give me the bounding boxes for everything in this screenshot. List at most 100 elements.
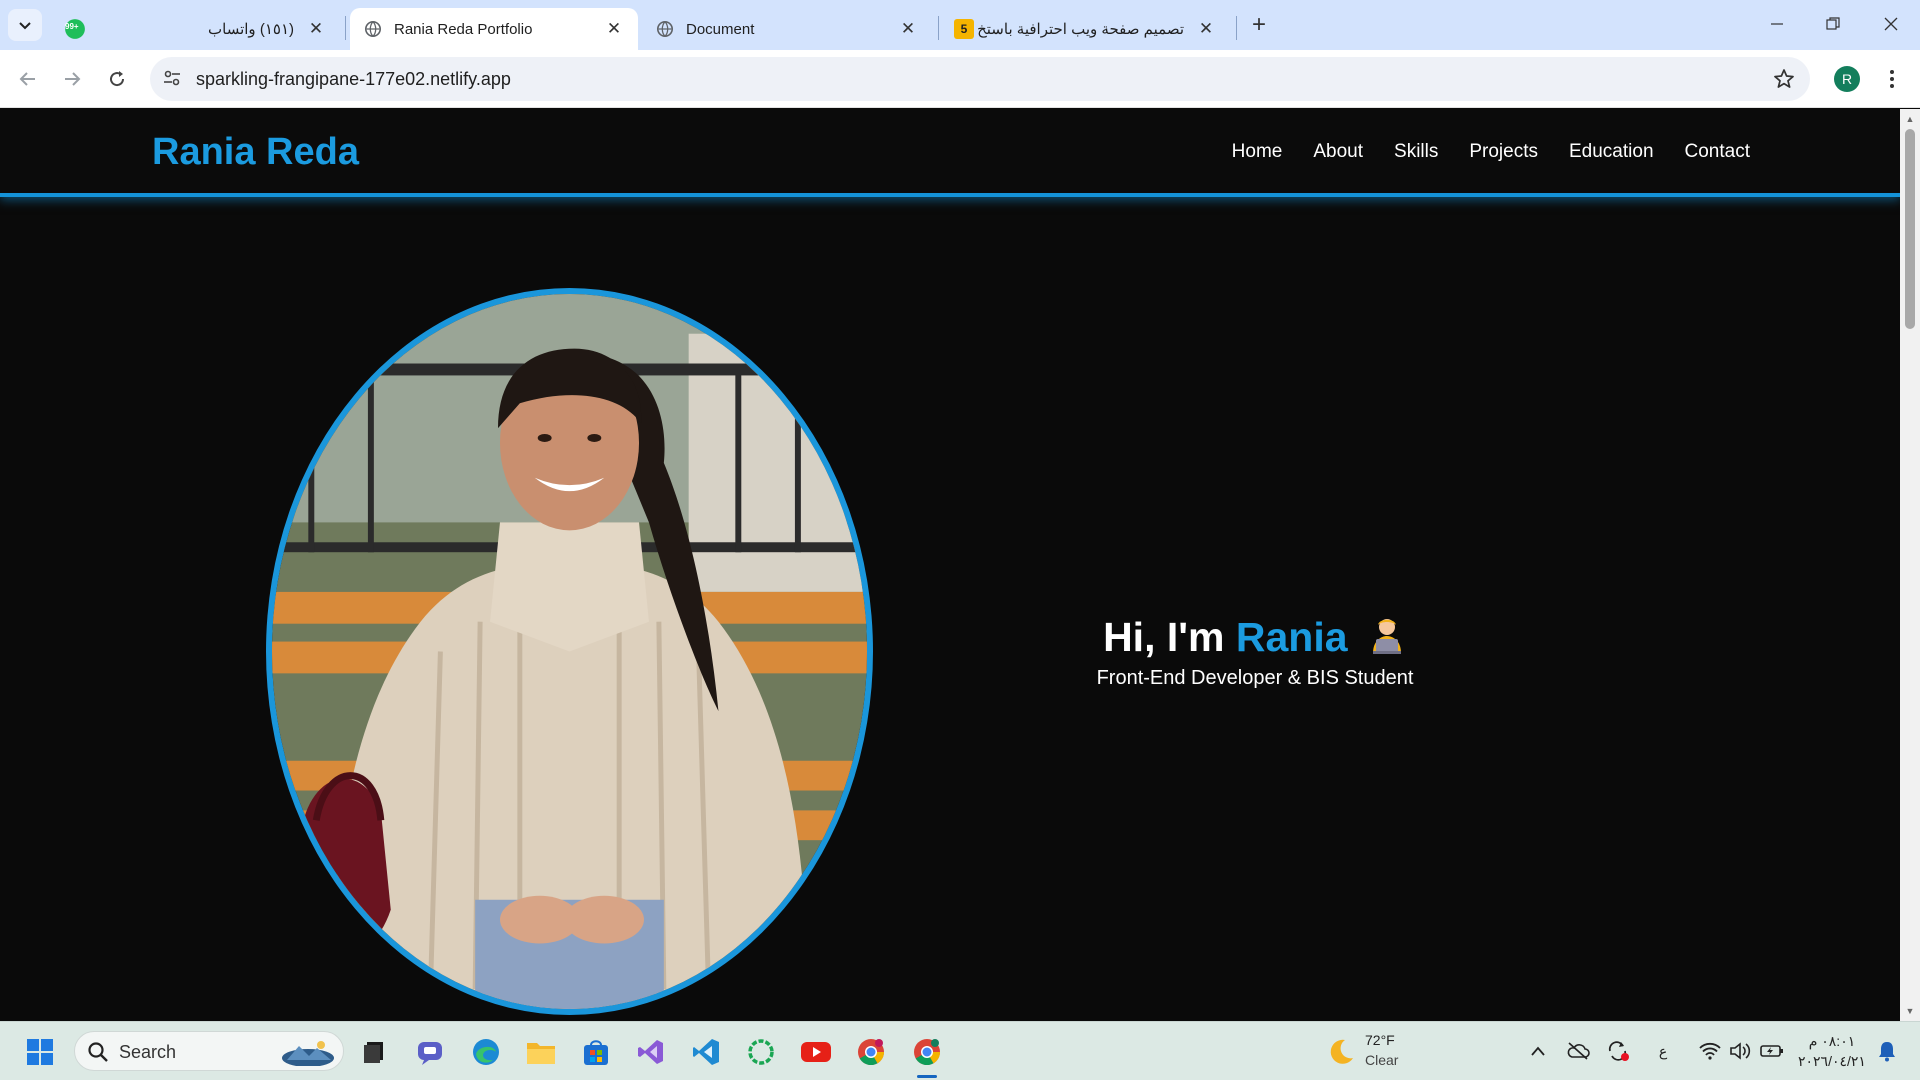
tab-document[interactable]: Document ✕: [642, 8, 932, 50]
scrollbar-thumb[interactable]: [1905, 129, 1915, 329]
chevron-down-icon: [19, 22, 31, 30]
hero-greeting: Hi, I'm: [1103, 614, 1225, 660]
weather-temperature: 72°F: [1365, 1032, 1395, 1048]
hero-heading: Hi, I'm Rania: [1050, 614, 1460, 661]
vscode-icon[interactable]: [688, 1034, 724, 1070]
hero-name: Rania: [1235, 614, 1348, 660]
tab-whatsapp[interactable]: 99+ (١٥١) واتساب ✕: [50, 8, 340, 50]
profile-avatar[interactable]: R: [1834, 66, 1860, 92]
windows-logo-icon: [27, 1039, 53, 1065]
tab-divider: [1236, 16, 1237, 40]
microsoft-store-icon[interactable]: [578, 1034, 614, 1070]
technologist-emoji-icon: [1372, 619, 1401, 654]
vscode-logo-icon: [693, 1039, 719, 1065]
nav-link-projects[interactable]: Projects: [1469, 141, 1538, 163]
youtube-icon[interactable]: [798, 1034, 834, 1070]
minimize-icon: [1771, 23, 1783, 25]
scroll-up-arrow-icon[interactable]: ▲: [1904, 113, 1916, 125]
volume-icon[interactable]: [1726, 1038, 1754, 1064]
tab-title: Document: [686, 20, 755, 38]
minimize-button[interactable]: [1754, 6, 1800, 42]
clock-time: ٠٨:٠١ م: [1808, 1033, 1856, 1049]
site-header: Rania Reda Home About Skills Projects Ed…: [0, 109, 1900, 197]
system-clock[interactable]: ٠٨:٠١ م ٢٠٢٦/٠٤/٢١: [1798, 1031, 1866, 1071]
site-brand[interactable]: Rania Reda: [152, 131, 359, 174]
input-language-indicator[interactable]: ع: [1652, 1038, 1674, 1064]
windows-start-button[interactable]: [22, 1034, 58, 1070]
browser-menu-button[interactable]: [1882, 64, 1902, 94]
visual-studio-icon[interactable]: [633, 1034, 669, 1070]
close-icon[interactable]: ✕: [898, 19, 918, 39]
site-info-icon[interactable]: [162, 68, 182, 88]
wifi-signal-icon: [1699, 1042, 1721, 1060]
page-scrollbar[interactable]: ▲ ▼: [1900, 109, 1920, 1021]
tab-title: تصميم صفحة ويب احترافية باستخ: [977, 21, 1184, 38]
teams-chat-icon[interactable]: [412, 1034, 448, 1070]
restore-icon: [1826, 17, 1840, 30]
cloud-off-icon: [1567, 1042, 1590, 1060]
close-icon[interactable]: ✕: [306, 19, 326, 39]
notifications-bell-icon[interactable]: [1872, 1038, 1902, 1064]
wifi-icon[interactable]: [1696, 1038, 1724, 1064]
page-viewport: Rania Reda Home About Skills Projects Ed…: [0, 109, 1900, 1021]
battery-charging-icon: [1760, 1045, 1783, 1057]
tab-title: (١٥١) واتساب: [208, 21, 294, 38]
battery-icon[interactable]: [1758, 1038, 1786, 1064]
tab-search-button[interactable]: [8, 9, 42, 41]
close-icon[interactable]: ✕: [1196, 19, 1216, 39]
tab-rania-portfolio[interactable]: Rania Reda Portfolio ✕: [350, 8, 638, 50]
search-highlight-icon: [282, 1041, 334, 1066]
url-text[interactable]: sparkling-frangipane-177e02.netlify.app: [196, 69, 511, 90]
task-view-glyph-icon: [364, 1042, 383, 1063]
back-button[interactable]: [12, 63, 44, 95]
taskbar: Search 72°F Clear ع ٠٨:٠١ م ٢٠٢٦/٠٤/٢١: [0, 1021, 1920, 1080]
tab-arabic-article[interactable]: 5 تصميم صفحة ويب احترافية باستخ ✕: [940, 8, 1230, 50]
task-view-icon[interactable]: [356, 1034, 392, 1070]
weather-condition: Clear: [1365, 1052, 1399, 1068]
forward-button[interactable]: [56, 63, 88, 95]
address-bar[interactable]: sparkling-frangipane-177e02.netlify.app: [150, 57, 1810, 101]
chrome-logo-icon: [914, 1039, 941, 1066]
nav-link-skills[interactable]: Skills: [1394, 141, 1438, 163]
chrome-logo-icon: [858, 1039, 885, 1066]
whatsapp-badge: 99+: [65, 22, 79, 31]
profile-photo: [266, 288, 873, 1015]
scroll-down-arrow-icon[interactable]: ▼: [1904, 1005, 1916, 1017]
edge-browser-icon[interactable]: [468, 1034, 504, 1070]
restore-button[interactable]: [1810, 6, 1856, 42]
nav-link-home[interactable]: Home: [1232, 141, 1283, 163]
sync-alert-icon[interactable]: [1604, 1038, 1632, 1064]
more-vertical-icon: [1890, 70, 1894, 88]
new-tab-button[interactable]: +: [1245, 11, 1273, 39]
show-hidden-icons-chevron-up-icon[interactable]: [1526, 1038, 1550, 1064]
spinner-app-icon[interactable]: [743, 1034, 779, 1070]
chrome-profile-icon[interactable]: [909, 1034, 945, 1070]
file-explorer-icon[interactable]: [523, 1034, 559, 1070]
bookmark-star-icon[interactable]: [1772, 67, 1796, 91]
moon-icon: [1330, 1039, 1353, 1064]
tab-title: Rania Reda Portfolio: [394, 20, 533, 38]
search-label: Search: [119, 1042, 177, 1062]
youtube-logo-icon: [801, 1042, 831, 1062]
store-bag-icon: [584, 1040, 608, 1065]
onedrive-offline-icon[interactable]: [1564, 1038, 1592, 1064]
nav-link-about[interactable]: About: [1313, 141, 1363, 163]
folder-icon: [527, 1043, 555, 1064]
tab-divider: [345, 16, 346, 40]
ring-icon: [748, 1039, 774, 1065]
close-window-button[interactable]: [1868, 6, 1914, 42]
nav-link-contact[interactable]: Contact: [1685, 141, 1750, 163]
search-icon: [88, 1042, 108, 1062]
close-icon[interactable]: ✕: [604, 19, 624, 39]
nav-link-education[interactable]: Education: [1569, 141, 1654, 163]
speaker-icon: [1730, 1042, 1751, 1060]
reload-button[interactable]: [101, 63, 133, 95]
close-icon: [1884, 17, 1898, 31]
active-app-indicator: [917, 1075, 937, 1078]
profile-photo-illustration: [272, 294, 867, 1009]
chat-bubble-icon: [418, 1042, 442, 1065]
edge-logo-icon: [473, 1039, 499, 1065]
chrome-icon[interactable]: [853, 1034, 889, 1070]
taskbar-search-box[interactable]: Search: [74, 1031, 344, 1071]
hero-section: Hi, I'm Rania Front-End Developer & BIS …: [1050, 614, 1460, 690]
